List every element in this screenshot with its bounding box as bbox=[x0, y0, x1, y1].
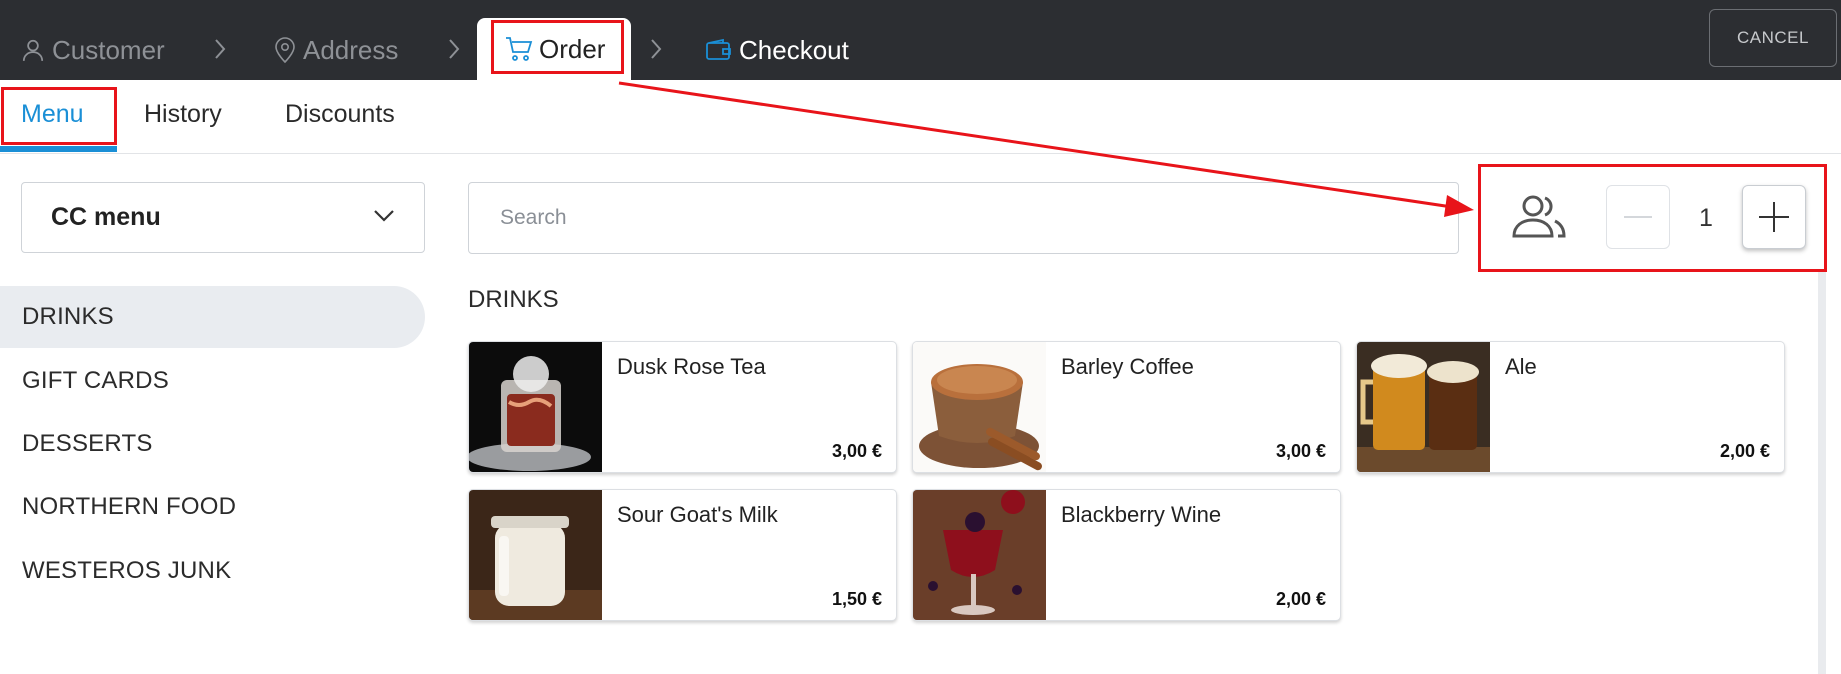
product-card-sour-goats-milk[interactable]: Sour Goat's Milk 1,50 € bbox=[468, 489, 897, 621]
category-label: GIFT CARDS bbox=[22, 367, 169, 394]
person-icon bbox=[22, 39, 44, 61]
product-name: Barley Coffee bbox=[1061, 354, 1194, 379]
product-image-beer-mugs bbox=[1357, 342, 1490, 472]
active-tab-indicator bbox=[0, 146, 117, 152]
wizard-step-order[interactable]: Order bbox=[477, 18, 631, 80]
category-desserts[interactable]: DESSERTS bbox=[0, 413, 425, 475]
category-gift-cards[interactable]: GIFT CARDS bbox=[0, 350, 425, 412]
search-input[interactable] bbox=[468, 182, 1459, 254]
wizard-step-label: Address bbox=[303, 34, 399, 65]
minus-icon bbox=[1624, 216, 1652, 218]
tab-menu[interactable]: Menu bbox=[21, 100, 84, 129]
product-card-dusk-rose-tea[interactable]: Dusk Rose Tea 3,00 € bbox=[468, 341, 897, 473]
product-price: 3,00 € bbox=[1275, 441, 1326, 461]
chevron-right-icon bbox=[446, 36, 462, 67]
menu-select-value: CC menu bbox=[51, 203, 161, 231]
category-label: NORTHERN FOOD bbox=[22, 493, 237, 520]
tab-history[interactable]: History bbox=[144, 100, 222, 129]
cart-icon bbox=[506, 37, 533, 61]
chevron-right-icon bbox=[212, 36, 228, 67]
wizard-step-checkout[interactable]: Checkout bbox=[705, 30, 849, 70]
order-tabs: Menu History Discounts bbox=[0, 80, 1841, 154]
wizard-step-label: Checkout bbox=[739, 34, 849, 65]
wizard-step-label: Order bbox=[539, 33, 606, 64]
wizard-step-address[interactable]: Address bbox=[273, 30, 398, 70]
product-name: Blackberry Wine bbox=[1061, 502, 1222, 527]
product-price: 2,00 € bbox=[1275, 589, 1326, 609]
menu-select-dropdown[interactable]: CC menu bbox=[21, 182, 425, 253]
wizard-step-customer[interactable]: Customer bbox=[20, 30, 165, 70]
decrease-guests-button[interactable] bbox=[1606, 185, 1670, 249]
plus-icon bbox=[1759, 202, 1789, 232]
chevron-right-icon bbox=[648, 36, 664, 67]
people-icon bbox=[1512, 195, 1566, 238]
product-price: 1,50 € bbox=[831, 589, 882, 609]
category-label: DRINKS bbox=[22, 303, 114, 330]
product-image-milk-jar bbox=[469, 490, 602, 620]
wallet-icon bbox=[706, 38, 731, 60]
category-label: DESSERTS bbox=[22, 430, 153, 457]
chevron-down-icon bbox=[374, 210, 394, 222]
product-price: 2,00 € bbox=[1719, 441, 1770, 461]
category-northern-food[interactable]: NORTHERN FOOD bbox=[0, 476, 425, 538]
product-image-blackberry-wine-glass bbox=[913, 490, 1046, 620]
category-westeros-junk[interactable]: WESTEROS JUNK bbox=[0, 540, 425, 602]
increase-guests-button[interactable] bbox=[1742, 185, 1806, 249]
guest-count-value: 1 bbox=[1699, 204, 1713, 232]
category-drinks[interactable]: DRINKS bbox=[0, 286, 425, 348]
product-card-blackberry-wine[interactable]: Blackberry Wine 2,00 € bbox=[912, 489, 1341, 621]
product-name: Dusk Rose Tea bbox=[617, 354, 766, 379]
category-label: WESTEROS JUNK bbox=[22, 557, 232, 584]
product-card-barley-coffee[interactable]: Barley Coffee 3,00 € bbox=[912, 341, 1341, 473]
product-price: 3,00 € bbox=[831, 441, 882, 461]
product-card-ale[interactable]: Ale 2,00 € bbox=[1356, 341, 1785, 473]
product-image-coffee-cup-cinnamon bbox=[913, 342, 1046, 472]
content-scrollbar[interactable] bbox=[1818, 272, 1826, 674]
product-name: Sour Goat's Milk bbox=[617, 502, 778, 527]
product-image-smoky-tea-glass bbox=[469, 342, 602, 472]
product-name: Ale bbox=[1505, 354, 1537, 379]
guest-count-control: 1 bbox=[1478, 164, 1827, 272]
cancel-button[interactable]: CANCEL bbox=[1709, 9, 1837, 67]
tab-discounts[interactable]: Discounts bbox=[285, 100, 395, 129]
wizard-step-label: Customer bbox=[52, 34, 165, 65]
checkout-wizard-bar: Customer Address Order Checkout CANCEL bbox=[0, 0, 1841, 80]
location-pin-icon bbox=[275, 37, 295, 64]
section-title: DRINKS bbox=[468, 286, 559, 313]
